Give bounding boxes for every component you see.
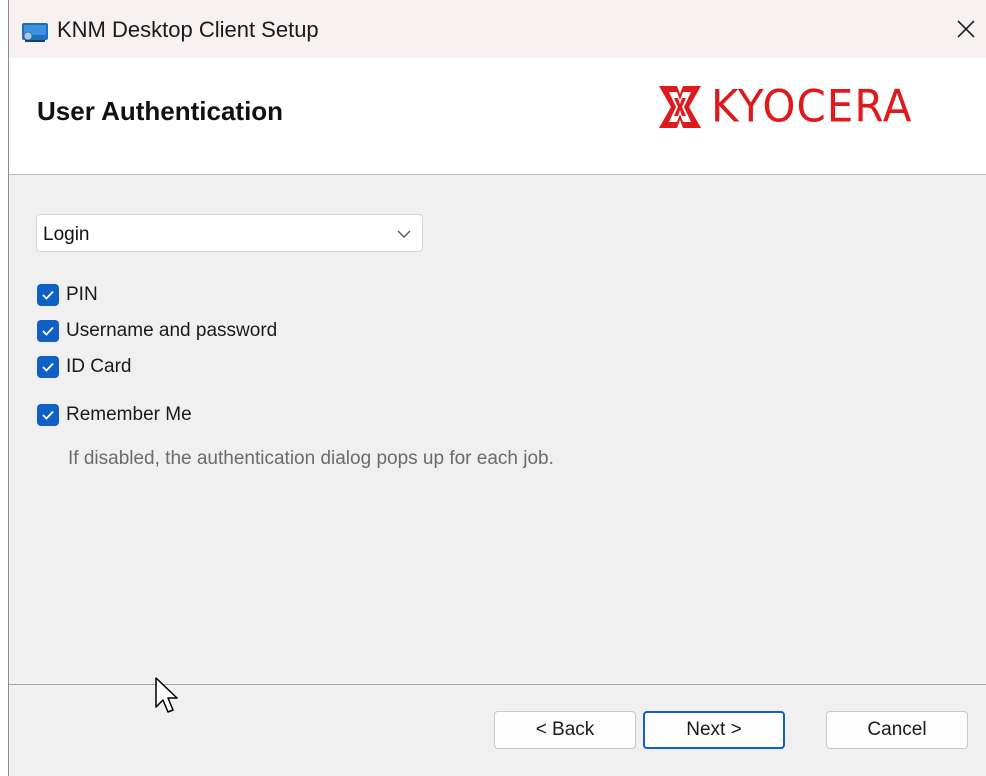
title-bar[interactable]: KNM Desktop Client Setup bbox=[9, 0, 986, 58]
remember-me-checkbox[interactable]: Remember Me bbox=[37, 401, 192, 429]
auth-mode-value: Login bbox=[43, 224, 90, 245]
close-button[interactable] bbox=[945, 8, 986, 50]
kyocera-emblem-icon bbox=[659, 86, 701, 128]
remember-me-hint: If disabled, the authentication dialog p… bbox=[68, 448, 554, 469]
username-password-checkbox[interactable]: Username and password bbox=[37, 317, 277, 345]
installer-app-icon bbox=[22, 23, 48, 42]
back-button[interactable]: < Back bbox=[494, 711, 636, 749]
chevron-down-icon bbox=[397, 230, 411, 238]
main-content: Login PIN Username and password ID Card bbox=[9, 175, 986, 685]
close-icon bbox=[957, 20, 975, 38]
checkbox-checked-icon bbox=[37, 320, 59, 342]
window-title: KNM Desktop Client Setup bbox=[57, 17, 319, 42]
id-card-checkbox[interactable]: ID Card bbox=[37, 353, 131, 381]
checkbox-checked-icon bbox=[37, 404, 59, 426]
setup-window: KNM Desktop Client Setup User Authentica… bbox=[8, 0, 986, 776]
id-card-label: ID Card bbox=[66, 356, 132, 377]
cancel-button[interactable]: Cancel bbox=[826, 711, 968, 749]
kyocera-logo: KYOCERA bbox=[657, 80, 913, 133]
logo-text: KYOCERA bbox=[711, 80, 913, 133]
username-password-label: Username and password bbox=[66, 320, 278, 341]
pin-label: PIN bbox=[66, 284, 98, 305]
mouse-pointer-icon bbox=[155, 677, 178, 713]
pin-checkbox[interactable]: PIN bbox=[37, 281, 98, 309]
auth-mode-dropdown[interactable]: Login bbox=[36, 214, 423, 252]
page-title: User Authentication bbox=[37, 96, 284, 126]
checkbox-checked-icon bbox=[37, 356, 59, 378]
page-header: User Authentication KYOCERA bbox=[9, 58, 986, 175]
remember-me-label: Remember Me bbox=[66, 404, 192, 425]
checkbox-checked-icon bbox=[37, 284, 59, 306]
next-button[interactable]: Next > bbox=[643, 711, 785, 749]
